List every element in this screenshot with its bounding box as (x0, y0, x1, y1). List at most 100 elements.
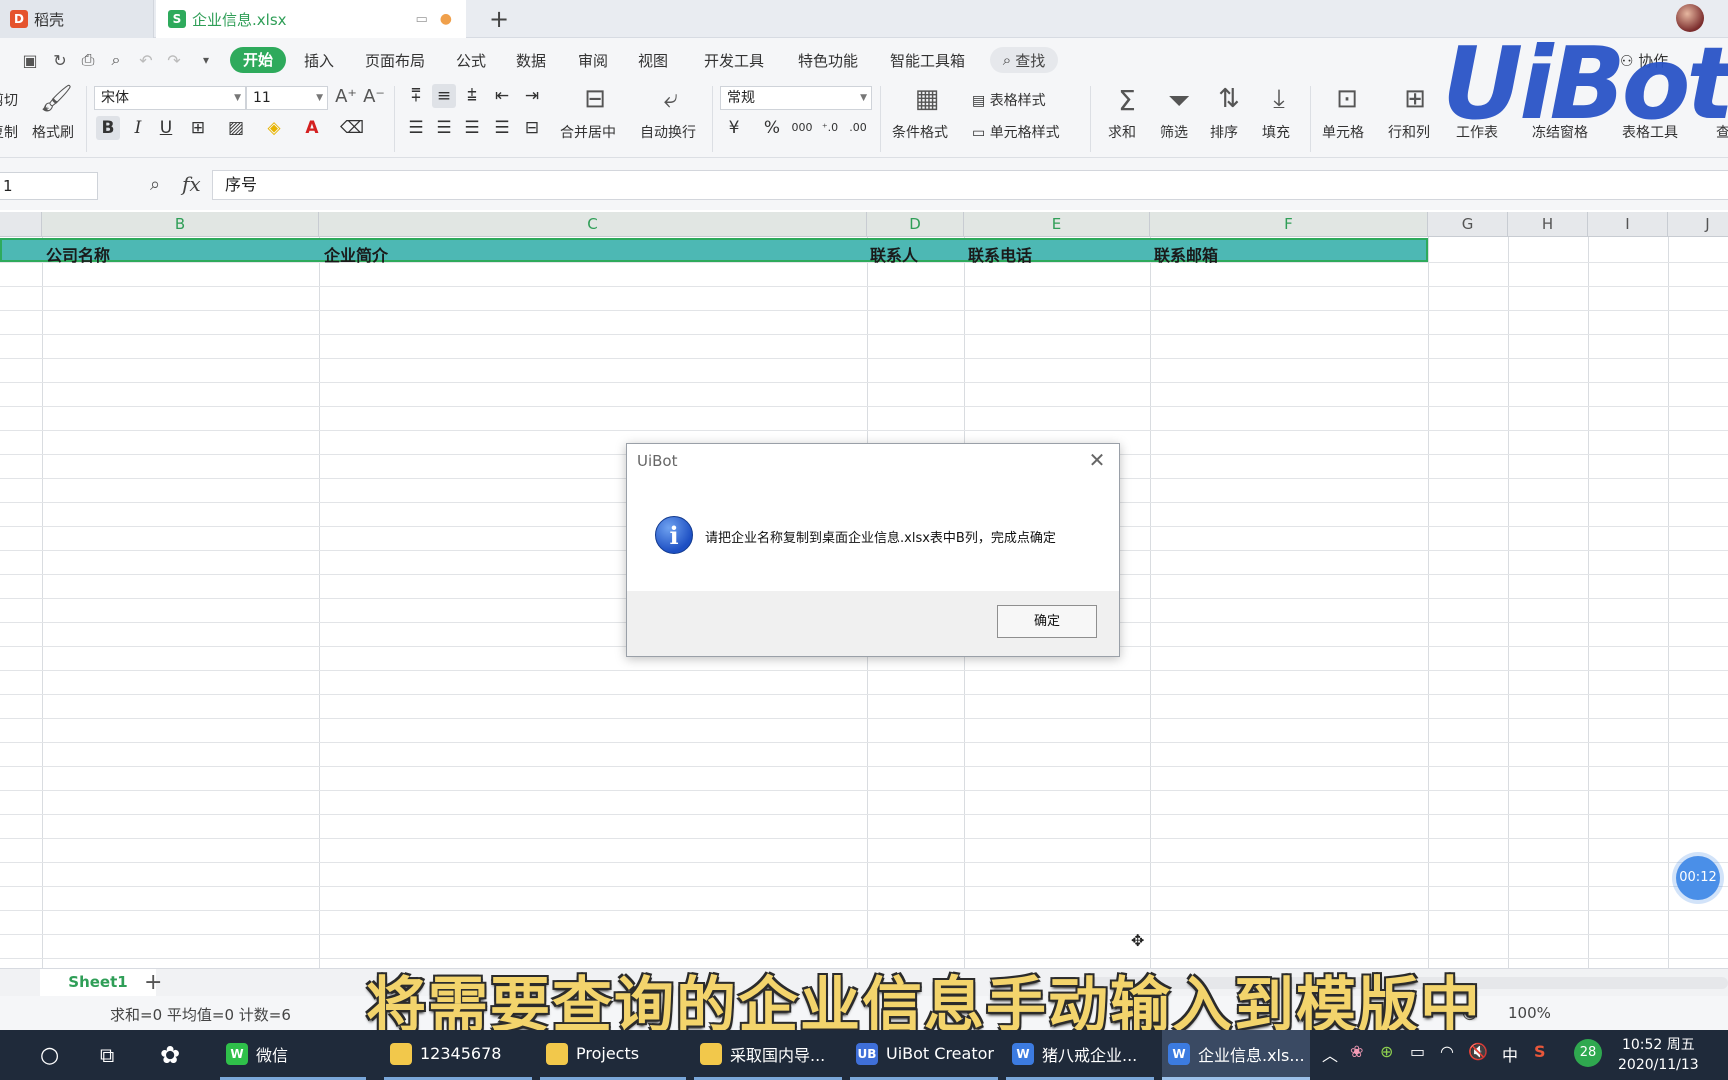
copy-button[interactable]: 复制 (0, 122, 18, 142)
increase-indent-icon[interactable]: ⇥ (520, 84, 544, 108)
increase-decimal-icon[interactable]: ⁺.0 (818, 116, 842, 140)
thousands-button[interactable]: 000 (790, 116, 814, 140)
system-clock[interactable]: 10:52 周五 2020/11/13 (1618, 1035, 1699, 1075)
sum-icon[interactable]: Σ (1112, 84, 1142, 117)
cell-fill-pattern-icon[interactable]: ▨ (224, 116, 248, 140)
column-header-b[interactable]: B (42, 212, 319, 237)
chevron-up-icon[interactable]: ︿ (1322, 1042, 1338, 1066)
battery-icon[interactable]: ▭ (1410, 1042, 1425, 1061)
format-painter-icon[interactable]: 🖌 (40, 84, 73, 114)
header-cell-company-profile[interactable]: 企业简介 (324, 242, 388, 266)
menu-formula[interactable]: 公式 (456, 50, 486, 72)
new-tab-button[interactable]: + (484, 4, 514, 34)
fill-button[interactable]: 填充 (1262, 122, 1290, 142)
align-right-icon[interactable]: ☰ (460, 116, 484, 140)
sort-icon[interactable]: ⇅ (1214, 84, 1244, 114)
sheet-tab-sheet1[interactable]: Sheet1 (40, 969, 156, 996)
add-sheet-button[interactable]: + (144, 969, 162, 996)
menu-start[interactable]: 开始 (230, 47, 286, 73)
percent-button[interactable]: % (760, 116, 784, 140)
align-left-icon[interactable]: ☰ (404, 116, 428, 140)
flower-tray-icon[interactable]: ❀ (1350, 1042, 1363, 1061)
merge-center-button[interactable]: 合并居中 (560, 122, 616, 142)
conditional-format-button[interactable]: 条件格式 (892, 122, 948, 142)
taskbar-folder-import[interactable]: 采取国内导... (694, 1030, 842, 1080)
wrap-text-button[interactable]: 自动换行 (640, 122, 696, 142)
taskbar-uibot-creator[interactable]: UB UiBot Creator (850, 1030, 998, 1080)
volume-muted-icon[interactable]: 🔇 (1468, 1042, 1488, 1061)
align-bottom-icon[interactable]: ⩲ (460, 84, 484, 108)
font-color-icon[interactable]: A (300, 116, 324, 140)
zoom-formula-icon[interactable]: ⌕ (150, 174, 160, 195)
chevron-down-icon[interactable]: ▾ (196, 50, 216, 70)
close-icon[interactable]: ✕ (1085, 448, 1109, 472)
monitor-icon[interactable]: ▭ (415, 12, 427, 27)
wifi-icon[interactable]: ◠ (1440, 1042, 1454, 1061)
header-cell-company-name[interactable]: 公司名称 (46, 242, 110, 266)
menu-view[interactable]: 视图 (638, 50, 668, 72)
search-button[interactable]: ⌕ 查找 (990, 47, 1058, 73)
tab-workbook[interactable]: S 企业信息.xlsx ▭ ● (156, 0, 466, 38)
print-icon[interactable]: ⎙ (78, 50, 98, 70)
save-icon[interactable]: ▣ (20, 50, 40, 70)
font-size-select[interactable]: 11 ▼ (246, 86, 328, 110)
italic-button[interactable]: I (126, 116, 150, 140)
align-top-icon[interactable]: ⩱ (404, 84, 428, 108)
header-cell-email[interactable]: 联系邮箱 (1154, 242, 1218, 266)
taskbar-folder-projects[interactable]: Projects (540, 1030, 686, 1080)
align-middle-icon[interactable]: ≡ (432, 84, 456, 108)
underline-button[interactable]: U (154, 116, 178, 140)
task-view-icon[interactable]: ⧉ (100, 1030, 114, 1080)
ok-button[interactable]: 确定 (997, 605, 1097, 638)
name-box[interactable]: 1 (0, 172, 98, 200)
bold-button[interactable]: B (96, 116, 120, 140)
redo-icon[interactable]: ↷ (164, 50, 184, 70)
column-header-a[interactable] (0, 212, 42, 237)
column-header-j[interactable]: J (1668, 212, 1728, 237)
weather-badge[interactable]: 28 (1574, 1039, 1602, 1067)
font-name-select[interactable]: 宋体 ▼ (94, 86, 246, 110)
taskbar-word-doc[interactable]: W 猪八戒企业... (1006, 1030, 1154, 1080)
fill-down-icon[interactable]: ⤓ (1264, 84, 1294, 115)
sum-button[interactable]: 求和 (1108, 122, 1136, 142)
header-cell-contact[interactable]: 联系人 (870, 242, 918, 266)
column-header-i[interactable]: I (1588, 212, 1668, 237)
recording-timer-badge[interactable]: 00:12 (1676, 856, 1720, 900)
menu-data[interactable]: 数据 (516, 50, 546, 72)
fx-icon[interactable]: fx (182, 172, 201, 196)
decrease-decimal-icon[interactable]: .00 (846, 116, 870, 140)
clear-format-icon[interactable]: ⌫ (340, 116, 364, 140)
taskbar-spreadsheet[interactable]: W 企业信息.xls... (1162, 1030, 1310, 1080)
filter-icon[interactable]: ⏷ (1164, 84, 1194, 118)
taskbar-wechat[interactable]: W 微信 (220, 1030, 366, 1080)
font-grow-icon[interactable]: A⁺ (334, 86, 358, 107)
decrease-indent-icon[interactable]: ⇤ (490, 84, 514, 108)
cell-icon[interactable]: ⊡ (1332, 84, 1362, 114)
column-header-h[interactable]: H (1508, 212, 1588, 237)
print-preview-icon[interactable]: ⌕ (106, 50, 126, 70)
row-col-icon[interactable]: ⊞ (1400, 84, 1430, 114)
formula-input[interactable]: 序号 (212, 170, 1728, 200)
column-header-e[interactable]: E (964, 212, 1150, 237)
format-painter-button[interactable]: 格式刷 (32, 122, 74, 142)
conditional-format-icon[interactable]: ▦ (912, 84, 942, 114)
menu-insert[interactable]: 插入 (304, 50, 334, 72)
column-header-g[interactable]: G (1428, 212, 1508, 237)
justify-icon[interactable]: ☰ (490, 116, 514, 140)
filter-button[interactable]: 筛选 (1160, 122, 1188, 142)
column-header-d[interactable]: D (867, 212, 964, 237)
distribute-icon[interactable]: ⊟ (520, 116, 544, 140)
cell-button[interactable]: 单元格 (1322, 122, 1364, 142)
column-header-c[interactable]: C (319, 212, 867, 237)
wrap-text-icon[interactable]: ⤶ (656, 84, 686, 115)
currency-button[interactable]: ¥ (722, 116, 746, 140)
tab-docer[interactable]: D 稻壳 (0, 0, 154, 38)
number-format-select[interactable]: 常规 ▼ (720, 86, 872, 110)
cut-button[interactable]: 剪切 (0, 90, 18, 110)
menu-smart-toolbox[interactable]: 智能工具箱 (890, 50, 965, 72)
font-shrink-icon[interactable]: A⁻ (362, 86, 386, 107)
redo-format-icon[interactable]: ↻ (50, 50, 70, 70)
menu-special[interactable]: 特色功能 (798, 50, 858, 72)
taskbar-folder-12345678[interactable]: 12345678 (384, 1030, 532, 1080)
ime-indicator[interactable]: 中 (1502, 1042, 1518, 1066)
